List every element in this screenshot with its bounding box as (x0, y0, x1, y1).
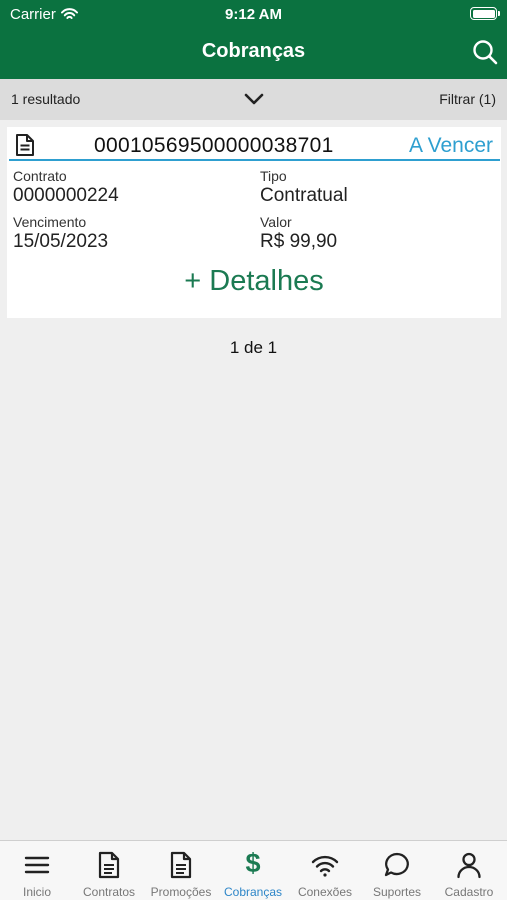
valor-value: R$ 99,90 (260, 231, 338, 252)
document-icon (16, 134, 34, 156)
app-header: Carrier 9:12 AM Cobranças (0, 0, 507, 79)
tab-promocoes[interactable]: Promoções (145, 841, 217, 900)
tipo-value: Contratual (260, 185, 348, 206)
tipo-label: Tipo (260, 168, 287, 184)
valor-label: Valor (260, 214, 292, 230)
document-icon (98, 851, 120, 879)
chat-bubble-icon (384, 852, 409, 877)
header-divider (9, 159, 500, 161)
contrato-value: 0000000224 (13, 185, 119, 206)
result-count: 1 resultado (11, 91, 81, 107)
menu-icon (24, 856, 50, 874)
tab-contratos[interactable]: Contratos (73, 841, 145, 900)
tab-label: Cobranças (223, 885, 283, 899)
tab-label: Conexões (297, 885, 353, 899)
tab-conexoes[interactable]: Conexões (289, 841, 361, 900)
status-bar: Carrier 9:12 AM (0, 0, 507, 28)
tab-bar: Inicio Contratos Promoções $ Cobranças C… (0, 840, 507, 900)
tab-label: Cadastro (444, 885, 494, 899)
filter-bar: 1 resultado Filtrar (1) (0, 79, 507, 120)
filter-button[interactable]: Filtrar (1) (439, 91, 496, 107)
tab-inicio[interactable]: Inicio (1, 841, 73, 900)
document-icon (170, 851, 192, 879)
invoice-number: 00010569500000038701 (94, 134, 334, 157)
tab-label: Contratos (82, 885, 136, 899)
person-icon (457, 852, 481, 879)
wifi-icon (311, 855, 339, 877)
battery-icon (470, 7, 500, 20)
vencimento-label: Vencimento (13, 214, 87, 230)
contrato-label: Contrato (13, 168, 67, 184)
tab-suportes[interactable]: Suportes (361, 841, 433, 900)
tab-cobrancas[interactable]: $ Cobranças (217, 841, 289, 900)
pagination: 1 de 1 (229, 338, 278, 357)
tab-label: Promoções (150, 885, 212, 899)
search-icon[interactable] (471, 38, 499, 66)
dollar-icon: $ (245, 848, 261, 878)
details-button[interactable]: + Detalhes (7, 265, 501, 298)
invoice-card-header: 00010569500000038701 A Vencer (7, 127, 501, 162)
tab-label: Suportes (372, 885, 422, 899)
page-title: Cobranças (201, 40, 306, 62)
invoice-card[interactable]: 00010569500000038701 A Vencer Contrato 0… (7, 127, 501, 318)
vencimento-value: 15/05/2023 (13, 231, 109, 252)
tab-label: Inicio (22, 885, 51, 899)
chevron-down-icon[interactable] (243, 90, 265, 108)
tab-cadastro[interactable]: Cadastro (433, 841, 505, 900)
status-time: 9:12 AM (225, 6, 282, 23)
status-badge: A Vencer (408, 134, 493, 157)
